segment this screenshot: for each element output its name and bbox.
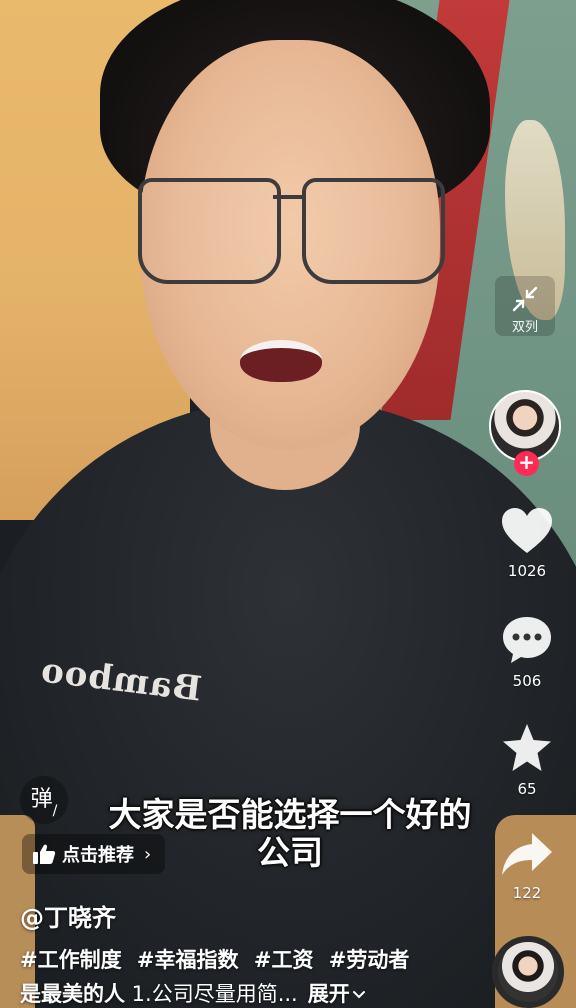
heart-icon <box>502 508 552 553</box>
like-count: 1026 <box>507 562 547 580</box>
share-count: 122 <box>512 884 542 902</box>
comment-bubble-icon <box>503 617 551 663</box>
hashtag-link[interactable]: #劳动者 <box>329 948 410 972</box>
comment-count: 506 <box>512 672 542 690</box>
hashtag-continuation[interactable]: 是最美的人 <box>20 982 125 1006</box>
thumbs-up-icon <box>33 844 56 864</box>
collapse-arrows-icon <box>512 286 538 312</box>
comment-button[interactable]: 506 <box>492 614 562 690</box>
chevron-down-icon <box>352 991 365 999</box>
author-name[interactable]: @丁晓齐 <box>20 898 116 933</box>
creator-avatar-group[interactable]: + <box>489 390 565 476</box>
glasses-left-lens <box>138 178 281 284</box>
danmu-toggle-button[interactable]: 弹/ <box>20 776 68 824</box>
hashtag-link[interactable]: #工作制度 <box>20 948 122 972</box>
subtitle-line-2: 公司 <box>257 833 323 872</box>
follow-button[interactable]: + <box>514 451 539 476</box>
description-body: 1.公司尽量用简... <box>125 982 298 1006</box>
duet-label: 双列 <box>511 320 538 335</box>
favorite-button[interactable]: 65 <box>492 722 562 798</box>
glasses-bridge <box>273 195 305 199</box>
video-subtitle: 大家是否能选择一个好的 公司 <box>80 796 500 872</box>
expand-button[interactable]: 展开 <box>308 982 366 1006</box>
duet-button[interactable]: 双列 <box>495 276 555 336</box>
hashtag-row: #工作制度 #幸福指数 #工资 #劳动者 <box>20 944 417 974</box>
hashtag-link[interactable]: #幸福指数 <box>137 948 239 972</box>
danmu-label: 弹 <box>30 787 53 812</box>
share-arrow-icon <box>502 833 552 875</box>
music-disc-avatar[interactable] <box>492 936 564 1008</box>
person-mouth <box>240 340 322 382</box>
expand-label: 展开 <box>307 982 350 1006</box>
danmu-slash: / <box>52 803 58 819</box>
favorite-count: 65 <box>517 780 537 798</box>
hashtag-link[interactable]: #工资 <box>254 948 314 972</box>
description-text: 是最美的人 1.公司尽量用简... 展开 <box>20 978 366 1008</box>
subtitle-line-1: 大家是否能选择一个好的 <box>108 795 472 834</box>
share-button[interactable]: 122 <box>492 830 562 902</box>
glasses-right-lens <box>302 178 445 284</box>
star-icon <box>503 724 551 771</box>
like-button[interactable]: 1026 <box>492 506 562 580</box>
